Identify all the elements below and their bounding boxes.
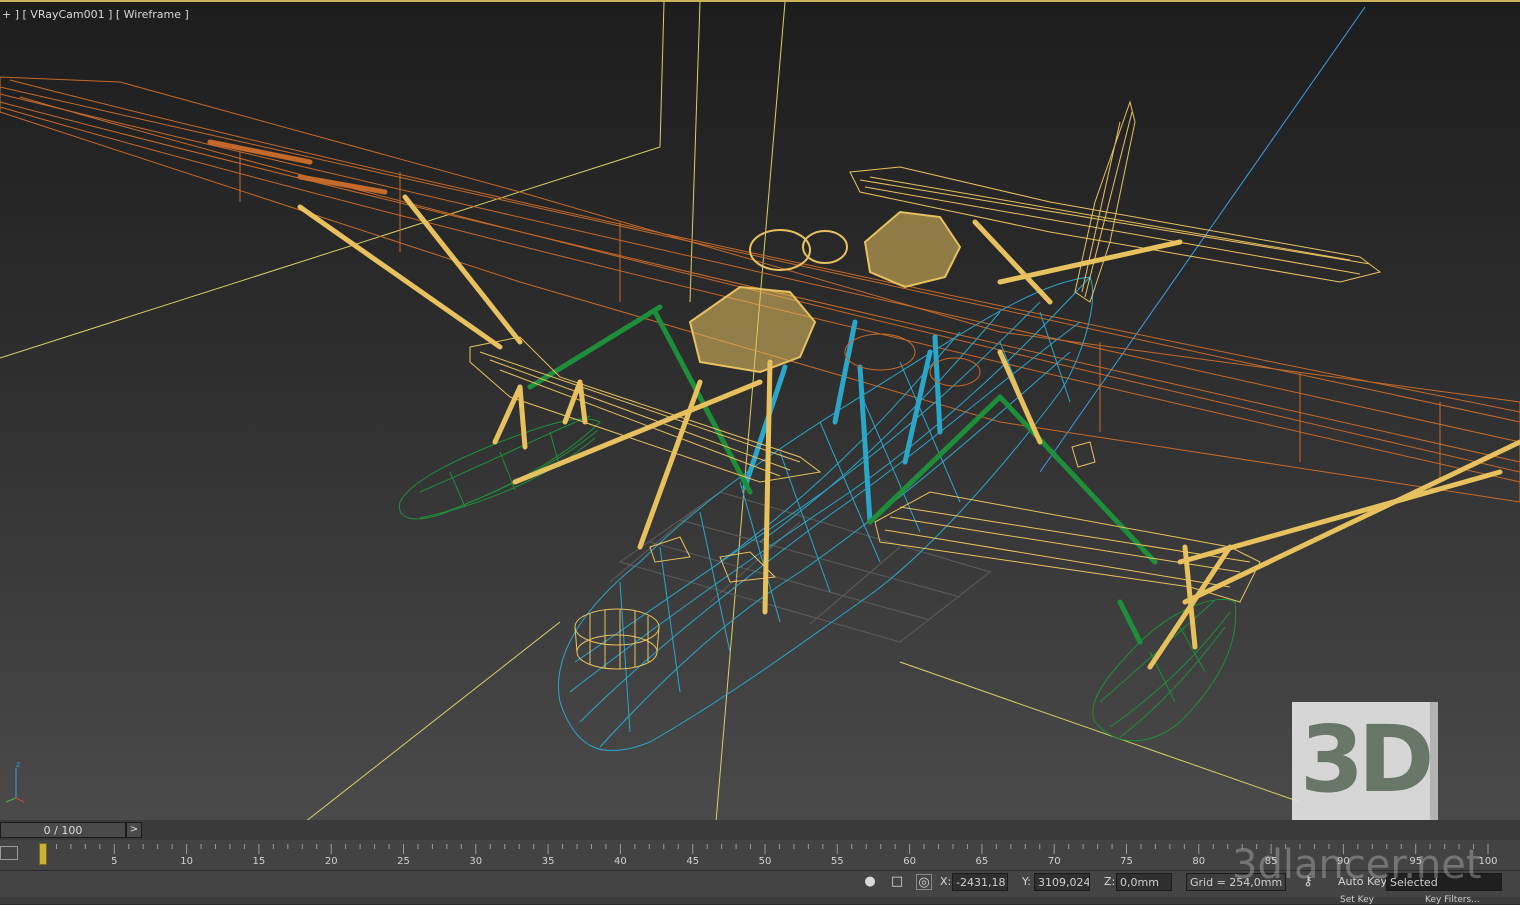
z-coordinate-field[interactable]: 0,0mm — [1116, 873, 1172, 891]
absolute-mode-icon[interactable]: ◎ — [916, 874, 932, 890]
status-bar: ● □ ◎ X: -2431,181r Y: 3109,024r Z: 0,0m… — [0, 870, 1520, 905]
ruler-tick-label: 80 — [1192, 856, 1205, 867]
y-coordinate-field[interactable]: 3109,024r — [1034, 873, 1090, 891]
mini-curve-editor-icon[interactable] — [0, 846, 18, 860]
camera-target-line — [1039, 6, 1366, 473]
x-coordinate-field[interactable]: -2431,181r — [952, 873, 1008, 891]
ruler-tick-label: 60 — [903, 856, 916, 867]
time-slider-bar: 0 / 100 > — [0, 820, 1520, 840]
frame-ruler[interactable]: 5 10 15 20 25 30 35 40 45 50 55 60 65 70 75 80 85 90 95 100 — [36, 840, 1506, 870]
lock-selection-icon[interactable]: □ — [889, 874, 905, 890]
key-filters-button[interactable]: Key Filters... — [1425, 896, 1480, 905]
set-key-button[interactable]: Set Key — [1340, 896, 1374, 905]
axis-tripod-icon: z — [5, 760, 25, 803]
ruler-tick-label: 65 — [976, 856, 989, 867]
playhead[interactable] — [39, 843, 47, 865]
x-coordinate-label: X: — [940, 875, 952, 888]
wireframe-viewport[interactable]: + ] [ VRayCam001 ] [ Wireframe ] z 3D — [0, 0, 1520, 820]
right-float — [1092, 598, 1237, 742]
track-bar[interactable]: 5 10 15 20 25 30 35 40 45 50 55 60 65 70 75 80 85 90 95 100 — [0, 840, 1520, 870]
upper-wing-details — [207, 139, 388, 195]
ruler-tick-label: 5 — [111, 856, 117, 867]
lightbulb-icon[interactable]: ● — [862, 874, 878, 890]
ruler-tick-label: 30 — [469, 856, 482, 867]
viewport-label[interactable]: + ] [ VRayCam001 ] [ Wireframe ] — [2, 8, 189, 21]
ruler-tick-label: 55 — [831, 856, 844, 867]
ruler-tick-label: 70 — [1048, 856, 1061, 867]
ruler-tick-label: 95 — [1409, 856, 1422, 867]
z-coordinate-label: Z: — [1104, 875, 1116, 888]
axis-z-label: z — [16, 760, 20, 769]
ruler-tick-label: 10 — [180, 856, 193, 867]
ruler-tick-label: 100 — [1478, 856, 1497, 867]
ruler-tick-label: 15 — [253, 856, 266, 867]
hull-wireframe — [558, 276, 1094, 752]
ruler-tick-label: 25 — [397, 856, 410, 867]
grid-size-readout: Grid = 254,0mm — [1186, 873, 1286, 891]
airplane-wireframe-scene — [0, 2, 1520, 820]
3d-logo-watermark: 3D — [1292, 702, 1438, 820]
ruler-tick-label: 35 — [542, 856, 555, 867]
selection-set-dropdown[interactable]: Selected — [1386, 873, 1502, 891]
ruler-tick-label: 90 — [1337, 856, 1350, 867]
y-coordinate-label: Y: — [1022, 875, 1031, 888]
auto-key-button[interactable]: Auto Key — [1338, 875, 1387, 888]
ruler-tick-label: 85 — [1265, 856, 1278, 867]
key-icon[interactable]: ⚷ — [1300, 874, 1316, 890]
ruler-tick-label: 40 — [614, 856, 627, 867]
logo-text: 3D — [1300, 706, 1434, 813]
ruler-tick-label: 45 — [686, 856, 699, 867]
next-frame-button[interactable]: > — [126, 822, 142, 838]
ruler-tick-label: 75 — [1120, 856, 1133, 867]
time-slider[interactable]: 0 / 100 — [0, 822, 126, 838]
ruler-tick-label: 50 — [759, 856, 772, 867]
ruler-tick-label: 20 — [325, 856, 338, 867]
